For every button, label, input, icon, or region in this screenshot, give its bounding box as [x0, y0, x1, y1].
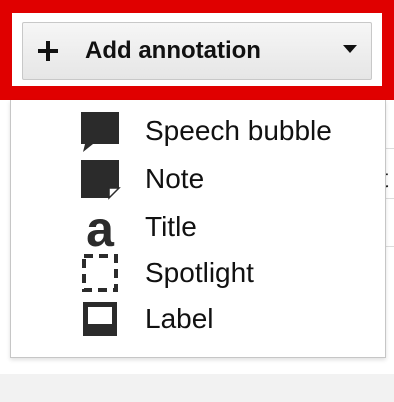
background-row-divider: [386, 148, 394, 149]
page-footer-strip: [0, 374, 394, 402]
menu-item-title[interactable]: a Title: [11, 204, 385, 250]
menu-item-label: Label: [145, 303, 214, 334]
add-annotation-label: Add annotation: [85, 37, 261, 64]
add-annotation-button[interactable]: Add annotation: [22, 22, 372, 80]
menu-item-label-option[interactable]: Label: [11, 296, 385, 342]
speech-bubble-icon: [79, 108, 121, 154]
note-icon: [79, 156, 121, 202]
menu-item-label: Note: [145, 163, 205, 194]
plus-icon: [31, 34, 65, 68]
menu-item-label: Speech bubble: [145, 115, 332, 146]
add-annotation-menu: Speech bubble Note a Title Spotlight Lab…: [10, 100, 386, 358]
label-icon: [79, 296, 121, 342]
background-row-divider: [386, 246, 394, 247]
menu-item-speech-bubble[interactable]: Speech bubble: [11, 108, 385, 154]
menu-item-label: Title: [145, 211, 197, 242]
caret-down-icon: [343, 45, 357, 53]
background-row-divider: [386, 198, 394, 199]
menu-item-spotlight[interactable]: Spotlight: [11, 250, 385, 296]
title-icon: a: [79, 204, 121, 250]
svg-text:a: a: [86, 204, 115, 250]
menu-item-label: Spotlight: [145, 257, 254, 288]
menu-item-note[interactable]: Note: [11, 156, 385, 202]
background-table-edge: [386, 110, 394, 350]
spotlight-icon: [79, 250, 121, 296]
